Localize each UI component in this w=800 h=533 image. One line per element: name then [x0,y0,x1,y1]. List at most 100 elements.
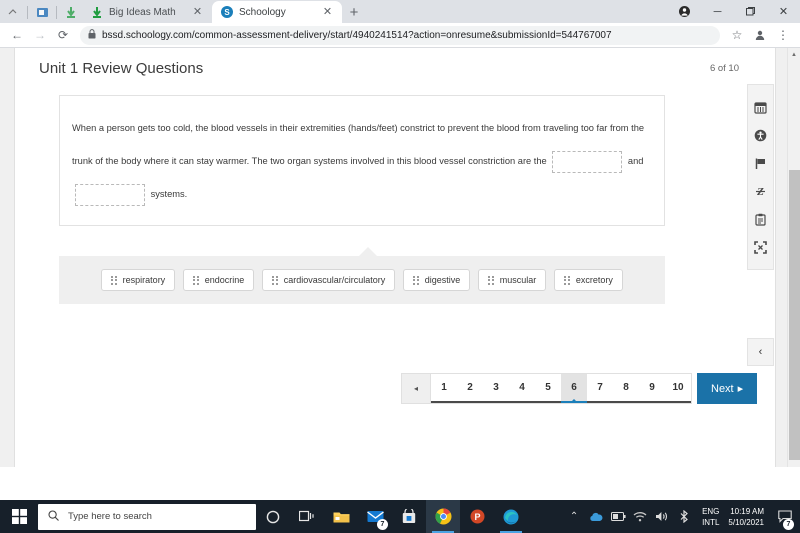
page-button-9[interactable]: 9 [639,374,665,403]
profile-avatar-icon[interactable] [749,24,771,46]
calendar-icon[interactable] [747,93,774,121]
page-button-10[interactable]: 10 [665,374,691,403]
schoology-s-icon: S [221,6,233,18]
assessment-header: Unit 1 Review Questions 6 of 10 [15,48,775,88]
scroll-up-icon[interactable]: ▲ [788,48,800,61]
answer-chip-excretory[interactable]: excretory [554,269,623,291]
microsoft-edge-icon[interactable] [494,500,528,533]
strikethrough-z-icon[interactable]: Z [747,177,774,205]
forward-icon[interactable]: → [29,24,51,46]
battery-icon[interactable] [607,500,629,533]
new-tab-button[interactable]: + [342,1,366,23]
close-icon[interactable]: ✕ [191,6,204,19]
close-button[interactable]: ✕ [767,0,800,23]
language-line-2: INTL [702,517,720,527]
browser-menu-icon[interactable]: ⋮ [772,24,794,46]
previous-page-button[interactable]: ◂ [401,373,431,404]
answer-chip-muscular[interactable]: muscular [478,269,547,291]
office-app-icon[interactable] [31,1,53,23]
system-tray: ⌃ ENG INTL 10:19 AM 5/10/2021 7 [563,500,800,533]
microsoft-store-icon[interactable] [392,500,426,533]
page-button-1[interactable]: 1 [431,374,457,403]
answer-bank: respiratory endocrine cardiovascular/cir… [59,256,665,304]
task-view-icon[interactable] [290,500,324,533]
page-button-4[interactable]: 4 [509,374,535,403]
clock-date: 5/10/2021 [728,517,764,527]
notification-badge: 7 [783,519,794,530]
start-button[interactable] [0,500,38,533]
tab-title: Big Ideas Math [109,6,176,18]
clipboard-icon[interactable] [747,205,774,233]
tab-title: Schoology [239,6,286,18]
svg-text:S: S [224,8,230,17]
google-chrome-icon[interactable] [426,500,460,533]
page-button-6[interactable]: 6 [561,374,587,403]
close-icon[interactable]: ✕ [321,6,334,19]
question-text-line-3: systems. [72,178,652,211]
answer-blank-2[interactable] [75,183,145,206]
page-button-2[interactable]: 2 [457,374,483,403]
language-line-1: ENG [702,506,720,516]
page-scrollbar[interactable]: ▲ [787,48,800,467]
question-counter: 6 of 10 [709,62,739,74]
answer-chip-label: muscular [499,275,537,285]
bookmark-star-icon[interactable]: ☆ [726,24,748,46]
search-placeholder: Type here to search [68,511,152,522]
language-indicator[interactable]: ENG INTL [695,506,726,528]
drag-handle-icon[interactable] [564,275,570,285]
back-icon[interactable]: ← [6,24,28,46]
chevron-right-icon: ▸ [737,383,744,395]
browser-tab-schoology[interactable]: S Schoology ✕ [212,1,342,23]
answer-blank-1[interactable] [552,150,623,173]
address-bar[interactable]: bssd.schoology.com/common-assessment-del… [80,25,720,45]
volume-icon[interactable] [651,500,673,533]
drag-handle-icon[interactable] [193,275,199,285]
answer-bank-notch [359,247,377,256]
page-button-7[interactable]: 7 [587,374,613,403]
drag-handle-icon[interactable] [413,275,419,285]
system-menu-icon[interactable] [2,1,24,23]
download-arrow-icon[interactable] [60,1,82,23]
windows-taskbar: Type here to search 7 P ⌃ ENG INTL 10:19… [0,500,800,533]
scrollbar-thumb[interactable] [789,170,800,460]
bluetooth-icon[interactable] [673,500,695,533]
accessibility-icon[interactable] [747,121,774,149]
answer-chip-respiratory[interactable]: respiratory [101,269,176,291]
next-button-label: Next [711,382,734,395]
fullscreen-icon[interactable] [747,233,774,261]
answer-chip-cardiovascular-circulatory[interactable]: cardiovascular/circulatory [262,269,396,291]
notification-center-button[interactable]: 7 [772,500,798,533]
page-button-5[interactable]: 5 [535,374,561,403]
drag-handle-icon[interactable] [488,275,494,285]
answer-chip-digestive[interactable]: digestive [403,269,471,291]
next-button[interactable]: Next ▸ [697,373,758,404]
maximize-button[interactable] [734,0,767,23]
file-explorer-icon[interactable] [324,500,358,533]
cortana-icon[interactable] [256,500,290,533]
minimize-button[interactable]: ─ [701,0,734,23]
powerpoint-icon[interactable]: P [460,500,494,533]
wifi-icon[interactable] [629,500,651,533]
question-card: When a person gets too cold, the blood v… [59,95,665,226]
clock[interactable]: 10:19 AM 5/10/2021 [726,506,772,528]
browser-toolbar: ← → ⟳ bssd.schoology.com/common-assessme… [0,23,800,48]
taskbar-search-box[interactable]: Type here to search [38,503,256,530]
question-text-line-2: trunk of the body where it can stay warm… [72,145,652,178]
collapse-rail-button[interactable]: ‹ [747,338,774,366]
reload-icon[interactable]: ⟳ [52,24,74,46]
flag-icon[interactable] [747,149,774,177]
profile-icon[interactable] [668,0,701,23]
show-hidden-icons-button[interactable]: ⌃ [563,500,585,533]
page-button-3[interactable]: 3 [483,374,509,403]
answer-chip-label: digestive [424,275,461,285]
pagination: ◂ 1 2 3 4 5 6 7 8 9 10 Next ▸ [401,373,758,404]
answer-chip-label: endocrine [204,275,245,285]
page-button-8[interactable]: 8 [613,374,639,403]
drag-handle-icon[interactable] [111,275,117,285]
mail-icon[interactable]: 7 [358,500,392,533]
answer-chip-endocrine[interactable]: endocrine [183,269,255,291]
drag-handle-icon[interactable] [272,275,278,285]
tool-rail: Z [747,84,774,270]
browser-tab-big-ideas-math[interactable]: Big Ideas Math ✕ [82,1,212,23]
onedrive-icon[interactable] [585,500,607,533]
